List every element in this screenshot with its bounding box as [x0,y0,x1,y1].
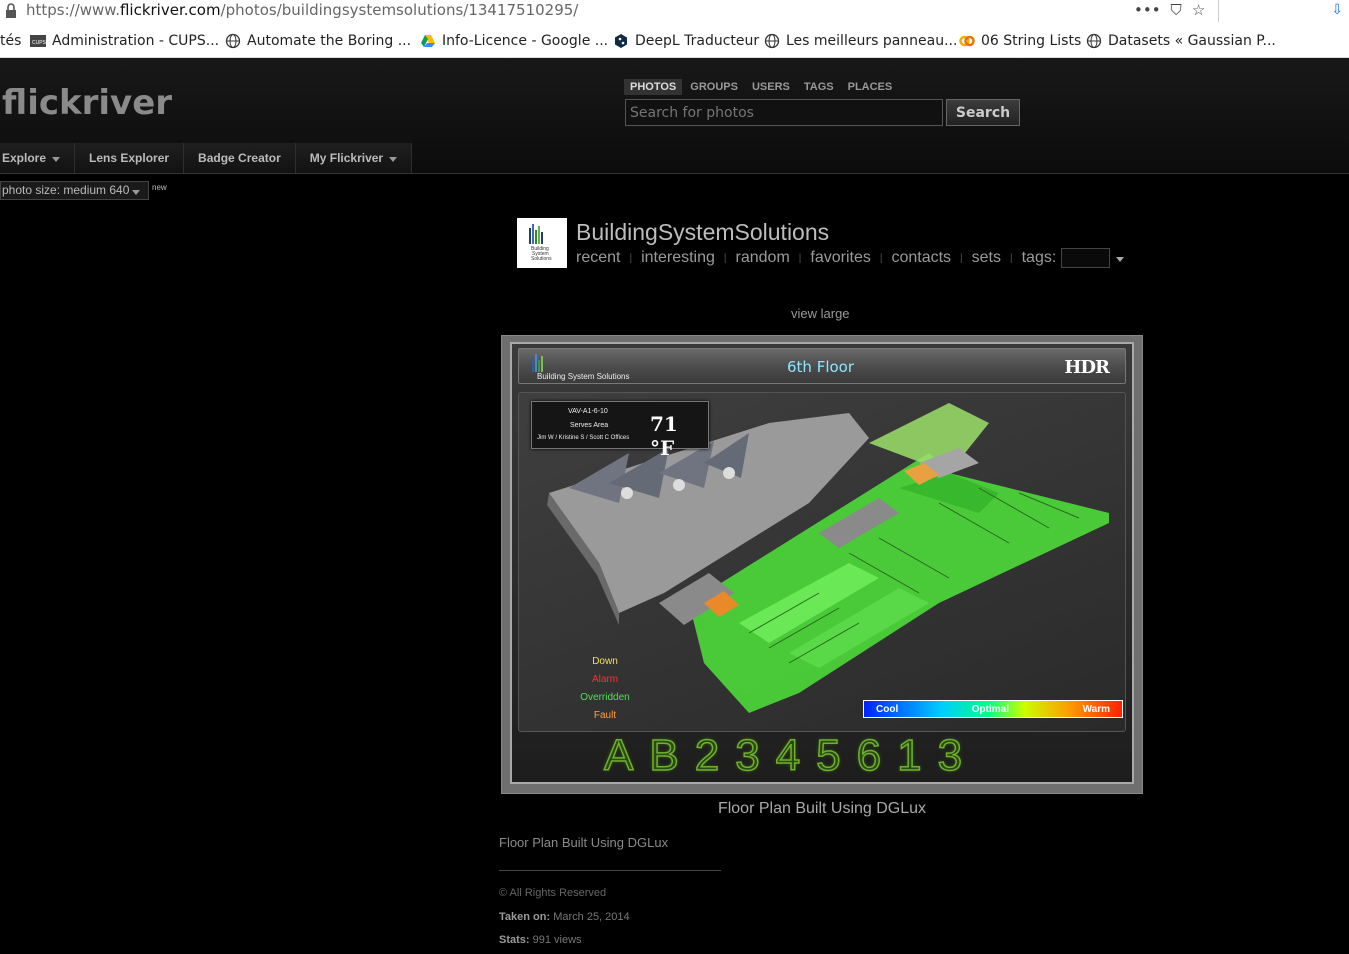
colorbar-cool: Cool [876,703,899,715]
globe-icon [225,33,241,49]
photo-description: Floor Plan Built Using DGLux [499,835,669,850]
legend-overridden: Overridden [580,692,630,703]
floor-button: B [649,731,680,780]
taken-on: Taken on: March 25, 2014 [499,911,630,923]
chevron-down-icon[interactable] [1116,256,1125,262]
avatar[interactable]: Building System Solutions [517,218,567,268]
bookmark-item[interactable]: Info-Licence - Google ... [420,33,608,49]
tab-places[interactable]: PLACES [842,79,899,95]
search-tabs: PHOTOS GROUPS USERS TAGS PLACES [624,79,898,95]
bookmark-item[interactable]: tés [0,33,21,49]
floor-selector: A B 2 3 4 5 6 1 3 [603,731,963,780]
browser-url-bar[interactable]: https://www.flickriver.com/photos/buildi… [0,0,1349,24]
photo[interactable]: Building System Solutions 6th Floor HDR [501,335,1143,794]
floor-button: 3 [734,731,760,780]
nav-badge-creator[interactable]: Badge Creator [184,143,296,173]
tab-tags[interactable]: TAGS [798,79,840,95]
chevron-down-icon [52,156,61,162]
taken-label: Taken on: [499,911,551,923]
user-link-sets[interactable]: sets [972,249,1001,267]
stats: Stats: 991 views [499,934,582,946]
main-nav: Explore Lens Explorer Badge Creator My F… [0,143,413,173]
photo-content: Building System Solutions 6th Floor HDR [510,342,1134,784]
stats-label: Stats: [499,934,530,946]
legend-down: Down [592,656,618,667]
floor-button: 6 [856,731,882,780]
user-link-contacts[interactable]: contacts [891,249,951,267]
page-actions-icon[interactable]: ••• [1134,1,1161,19]
bookmark-item[interactable]: CUPS Administration - CUPS... [30,33,219,49]
bookmark-item[interactable]: DeepL Traducteur [613,33,759,49]
download-arrow-icon[interactable]: ⇩ [1331,2,1343,18]
stats-value: 991 views [532,934,582,946]
vav-info-card[interactable]: VAV-A1-6-10 Serves Area Jim W / Kristine… [531,401,709,460]
google-drive-icon [421,35,435,47]
photo-banner: Building System Solutions 6th Floor HDR [518,348,1126,384]
pocket-icon[interactable]: ⛉ [1171,1,1182,19]
nav-my-flickriver[interactable]: My Flickriver [295,143,413,173]
svg-text:Solutions: Solutions [531,256,552,262]
photo-brand: Building System Solutions [537,372,630,381]
lock-icon [6,3,16,18]
tab-groups[interactable]: GROUPS [684,79,744,95]
user-nav: recent | interesting | random | favorites | … [576,248,1125,268]
url-text[interactable]: https://www.flickriver.com/photos/buildi… [26,1,578,19]
bookmarks-bar: tés CUPS Administration - CUPS... Automa… [0,24,1349,58]
colorbar-optimal: Optimal [971,703,1010,715]
globe-icon [764,33,780,49]
legend-alarm: Alarm [591,674,619,685]
floor-button: 2 [694,731,720,780]
legend-fault: Fault [593,710,617,721]
chevron-down-icon [132,190,140,195]
chevron-down-icon [389,156,398,162]
floor-button: 3 [937,731,963,780]
nav-lens-explorer[interactable]: Lens Explorer [75,143,185,173]
user-link-random[interactable]: random [736,249,790,267]
nav-explore[interactable]: Explore [0,143,76,173]
temperature-colorbar: Cool Optimal Warm [863,700,1123,718]
bookmark-item[interactable]: Datasets « Gaussian P... [1086,33,1276,49]
svg-text:CUPS: CUPS [32,40,46,46]
colorbar-warm: Warm [1082,703,1110,715]
floor-button: 5 [815,731,841,780]
user-name[interactable]: BuildingSystemSolutions [576,219,829,246]
user-link-favorites[interactable]: favorites [810,249,870,267]
taken-value: March 25, 2014 [553,911,630,923]
status-legend: Down Alarm Overridden Fault [575,653,635,725]
new-badge: new [152,183,167,192]
bookmark-star-icon[interactable]: ☆ [1192,1,1205,19]
vav-people: Jim W / Kristine S / Scott C Offices [537,435,630,441]
vav-serves: Serves Area [570,422,609,429]
photo-caption: Floor Plan Built Using DGLux [717,800,927,817]
divider [499,870,721,871]
user-link-recent[interactable]: recent [576,249,620,267]
bookmark-item[interactable]: Automate the Boring ... [225,33,411,49]
photo-size-select[interactable]: photo size: medium 640 [0,181,149,200]
tags-select[interactable] [1061,248,1111,268]
cups-icon: CUPS [30,35,46,47]
search-button[interactable]: Search [946,99,1020,126]
user-link-interesting[interactable]: interesting [641,249,715,267]
vav-temperature: 71 °F [650,412,678,460]
tab-users[interactable]: USERS [746,79,796,95]
hdr-logo: HDR [1064,357,1110,378]
flickriver-logo[interactable]: flickriver [2,83,172,123]
tab-photos[interactable]: PHOTOS [624,79,683,95]
view-large-link[interactable]: view large [791,306,850,321]
floor-button: 1 [896,731,922,780]
vav-id: VAV-A1-6-10 [568,408,608,415]
bookmark-item[interactable]: Les meilleurs panneau... [764,33,957,49]
globe-icon [1086,33,1102,49]
colab-icon [959,35,975,47]
floor-plan-panel: VAV-A1-6-10 Serves Area Jim W / Kristine… [518,392,1126,732]
photo-floor-title: 6th Floor [787,358,855,376]
floor-button: 4 [775,731,801,780]
bookmark-item[interactable]: 06 String Lists [959,33,1081,49]
rights-notice: © All Rights Reserved [499,887,607,899]
tags-label: tags: [1021,249,1057,266]
floor-button: A [603,731,634,780]
bss-logo-icon [532,354,543,372]
search-input[interactable] [625,99,943,126]
deepl-icon [615,34,627,48]
